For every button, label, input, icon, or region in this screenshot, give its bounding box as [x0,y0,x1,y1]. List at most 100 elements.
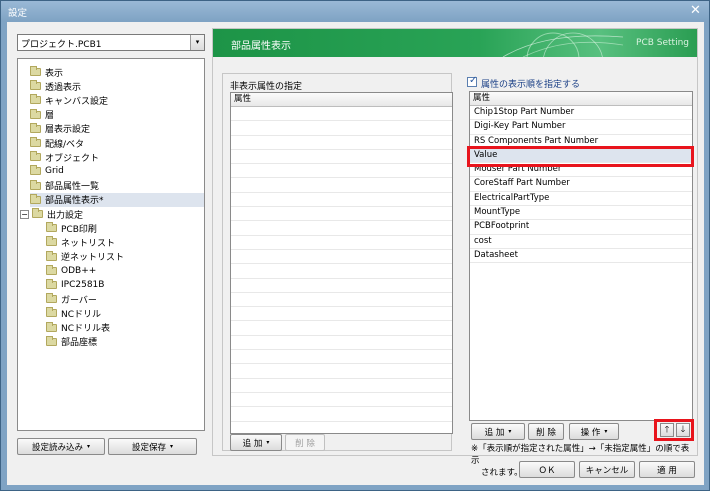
list-item[interactable] [231,193,452,208]
list-item[interactable] [231,364,452,379]
folder-icon [32,208,43,218]
tree-item[interactable]: Grid [30,164,64,178]
list-item[interactable] [231,164,452,179]
attribute-order-label[interactable]: 属性の表示順を指定する [481,77,580,90]
close-icon[interactable]: ✕ [688,3,703,18]
list-item[interactable]: ElectricalPartType [470,192,692,207]
add-label: 追 加 [484,427,505,438]
title-bar: 設定 ✕ [1,1,709,21]
collapse-icon[interactable]: − [20,209,29,219]
list-item[interactable] [231,293,452,308]
apply-button[interactable]: 適 用 [639,461,695,478]
move-up-icon[interactable]: 🡑 [660,423,674,437]
folder-icon [46,307,57,318]
list-item[interactable] [231,221,452,236]
list-item[interactable] [231,236,452,250]
folder-icon [30,151,41,162]
folder-icon [46,250,57,261]
order-add-button[interactable]: 追 加 ▾ [471,423,525,440]
tree-item-label: 逆ネットリスト [61,253,125,264]
tree-item[interactable]: 配線/ベタ [30,136,84,150]
tree-item[interactable]: ガーバー [46,292,97,306]
chevron-down-icon[interactable]: ▾ [190,35,204,50]
tree-item[interactable]: 層表示設定 [30,122,90,136]
list-item[interactable] [231,279,452,293]
list-item[interactable] [231,307,452,322]
list-item[interactable] [231,264,452,279]
list-item[interactable] [231,336,452,351]
load-settings-button[interactable]: 設定読み込み ▾ [17,438,105,455]
list-item[interactable] [231,150,452,165]
move-down-icon[interactable]: 🡓 [676,423,690,437]
tree-item[interactable]: − 出力設定 [20,207,83,221]
tree-item[interactable]: ODB++ [46,264,96,278]
list-item[interactable] [231,121,452,136]
list-item[interactable] [231,350,452,365]
folder-icon [30,122,41,133]
list-item[interactable] [231,407,452,422]
tree-item[interactable]: 部品座標 [46,335,97,349]
tree-item[interactable]: オブジェクト [30,150,99,164]
hidden-add-button[interactable]: 追 加 ▾ [230,434,282,451]
list-item[interactable]: PCBFootprint [470,220,692,235]
attribute-order-list[interactable]: 属性 Chip1Stop Part Number Digi-Key Part Nu… [467,91,694,421]
list-item[interactable]: Chip1Stop Part Number [470,106,692,121]
list-item[interactable]: MountType [470,206,692,221]
main-settings-area: 部品属性表示 PCB Setting 非表示属性の指定 属性 追 加 ▾ 削 除 [212,28,698,478]
tree-item-label: 透過表示 [45,82,82,93]
list-item[interactable] [231,178,452,193]
cancel-button[interactable]: キャンセル [579,461,635,478]
delete-label: 削 除 [536,427,556,438]
add-label: 追 加 [242,438,263,449]
tree-item[interactable]: ネットリスト [46,235,115,249]
save-settings-button[interactable]: 設定保存 ▾ [108,438,197,455]
list-item[interactable] [231,321,452,336]
hidden-attributes-list[interactable]: 属性 [230,92,453,434]
tree-item-label: 部品属性表示* [45,196,104,207]
dropdown-arrow-icon: ▾ [508,428,512,435]
attribute-order-checkbox[interactable]: ✓ [467,75,477,87]
list-item[interactable] [231,379,452,393]
tree-item[interactable]: キャンバス設定 [30,93,108,107]
dropdown-arrow-icon: ▾ [604,428,608,435]
load-settings-label: 設定読み込み [31,442,83,453]
hidden-delete-button[interactable]: 削 除 [285,434,325,451]
tree-item[interactable]: 透過表示 [30,79,81,93]
tree-item[interactable]: NCドリル表 [46,321,110,335]
tree-item[interactable]: 部品属性一覧 [30,179,99,193]
column-header[interactable]: 属性 [470,92,692,106]
tree-item[interactable]: PCB印刷 [46,221,97,235]
list-item[interactable]: CoreStaff Part Number [470,177,692,192]
folder-icon [30,137,41,147]
list-item[interactable]: cost [470,235,692,249]
tree-item-label: オブジェクト [45,153,100,164]
list-item[interactable] [231,393,452,408]
list-item[interactable]: Datasheet [470,249,692,264]
tree-item-label: 配線/ベタ [45,139,85,150]
section-title: 部品属性表示 [231,41,291,52]
tree-item[interactable]: 部品属性表示* [30,192,204,207]
tree-item-label: PCB印刷 [61,224,97,235]
list-item[interactable] [231,136,452,150]
column-header[interactable]: 属性 [231,93,452,107]
tree-item-label: 部品属性一覧 [45,182,100,193]
tree-item[interactable]: IPC2581B [46,278,104,292]
tree-item[interactable]: NCドリル [46,306,101,320]
order-delete-button[interactable]: 削 除 [528,423,564,440]
tree-item[interactable]: 逆ネットリスト [46,250,124,264]
list-item[interactable] [231,250,452,265]
operate-label: 操 作 [580,427,601,438]
tree-item-label: NCドリル [61,309,102,320]
attribute-order-panel: ✓ 属性の表示順を指定する 属性 Chip1Stop Part Number Di… [461,73,694,451]
tree-item[interactable]: 表示 [30,65,63,79]
operate-button[interactable]: 操 作 ▾ [569,423,619,440]
list-item[interactable] [231,107,452,122]
hidden-attributes-panel: 非表示属性の指定 属性 [222,73,453,451]
list-item[interactable] [231,207,452,222]
list-item[interactable]: Digi-Key Part Number [470,120,692,135]
tree-item[interactable]: 層 [30,108,54,122]
ok-button[interactable]: ＯＫ [519,461,575,478]
settings-tree: 表示透過表示 キャンバス設定層層表示設定配線/ベタオブジェクト Grid 部品属性一覧… [17,58,205,431]
folder-icon [30,193,41,204]
project-select[interactable]: プロジェクト.PCB1 ▾ [17,34,205,51]
